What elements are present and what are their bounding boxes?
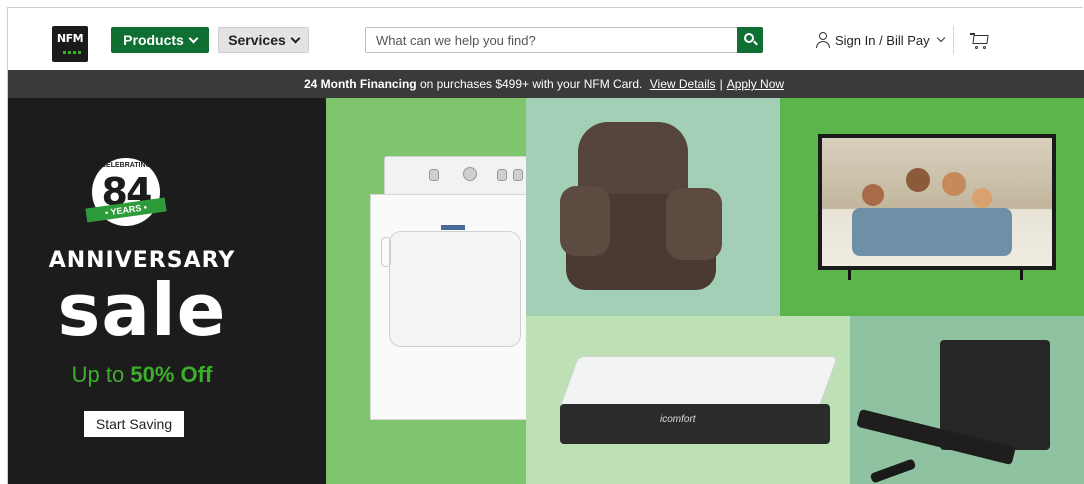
cart-icon	[972, 35, 989, 44]
mattress-image: icomfort	[557, 356, 839, 456]
chevron-down-icon	[936, 33, 945, 43]
dryer-image	[370, 194, 526, 420]
logo-dots	[63, 51, 83, 54]
dryer-control-panel	[384, 156, 526, 196]
logo-text: NFM	[56, 32, 84, 45]
search-bar	[365, 27, 763, 53]
search-input[interactable]	[366, 28, 736, 52]
services-label: Services	[228, 32, 286, 48]
hero-sale-text: sale	[57, 268, 227, 352]
tv-image	[818, 134, 1056, 270]
84-years-badge: CELEBRATING 84 • YEARS •	[85, 158, 167, 226]
search-button[interactable]	[737, 27, 763, 53]
hero-sub-prefix: Up to	[71, 362, 125, 387]
soundbar-tile[interactable]	[850, 316, 1084, 484]
view-details-link[interactable]: View Details	[650, 77, 716, 91]
dryer-tile[interactable]	[326, 98, 526, 484]
hero-sub-highlight: 50% Off	[130, 362, 213, 387]
signin-label: Sign In / Bill Pay	[835, 32, 930, 48]
sign-in-bill-pay-menu[interactable]: Sign In / Bill Pay	[816, 30, 945, 50]
cart-button[interactable]	[970, 32, 990, 50]
apply-now-link[interactable]: Apply Now	[727, 77, 784, 91]
start-saving-button[interactable]: Start Saving	[84, 411, 184, 437]
user-icon	[816, 32, 830, 48]
site-header: NFM Products Services Sign In / Bill Pay	[8, 8, 1084, 70]
financing-promo-bar: 24 Month Financing on purchases $499+ wi…	[8, 70, 1084, 98]
promo-separator: |	[719, 77, 723, 91]
mattress-tile[interactable]: icomfort	[526, 316, 850, 484]
recliner-tile[interactable]	[526, 98, 780, 316]
tv-tile[interactable]	[780, 98, 1084, 316]
products-menu-button[interactable]: Products	[111, 27, 209, 53]
remote-image	[869, 458, 917, 484]
nfm-logo[interactable]: NFM	[52, 26, 88, 62]
hero-discount: Up to 50% Off	[8, 362, 276, 388]
products-label: Products	[123, 32, 184, 48]
chevron-down-icon	[290, 33, 301, 43]
badge-celebrating: CELEBRATING	[100, 162, 152, 169]
promo-text: on purchases $499+ with your NFM Card.	[419, 77, 643, 91]
header-divider	[953, 26, 954, 54]
chevron-down-icon	[188, 33, 199, 43]
promo-bold: 24 Month Financing	[303, 77, 417, 91]
services-menu-button[interactable]: Services	[218, 27, 309, 53]
mattress-brand: icomfort	[660, 414, 696, 425]
